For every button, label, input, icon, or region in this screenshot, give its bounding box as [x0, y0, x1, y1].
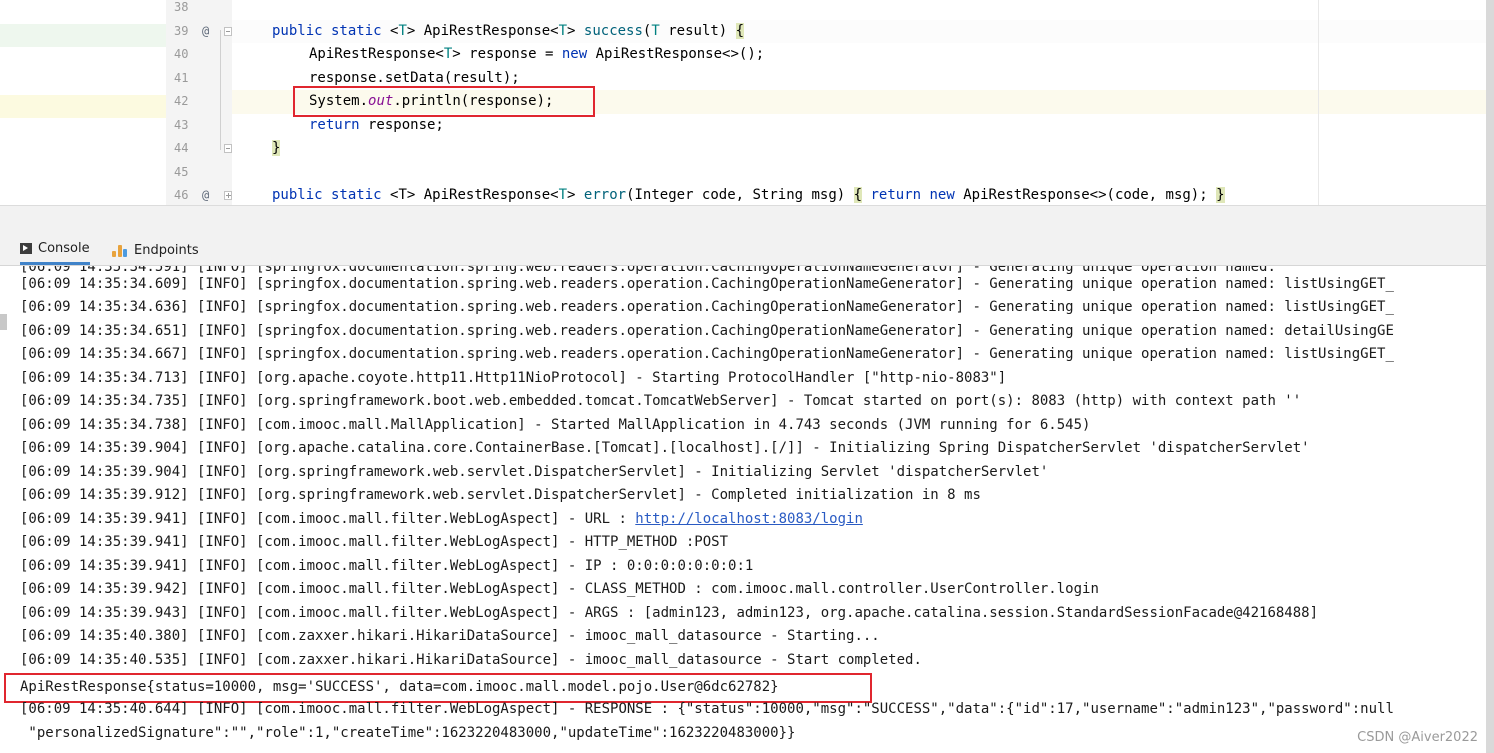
tab-endpoints-label: Endpoints	[134, 242, 199, 258]
line-number-gutter[interactable]: 38 39 @ 40 41 42 43 44 45 46 @	[166, 0, 232, 205]
code-line-39: public static <T> ApiRestResponse<T> suc…	[232, 19, 1494, 43]
override-annotation-icon[interactable]: @	[202, 20, 209, 44]
toolwindow-separator[interactable]	[0, 205, 1494, 236]
console-icon	[20, 243, 32, 254]
endpoints-icon	[112, 243, 128, 257]
code-text-area[interactable]: public static <T> ApiRestResponse<T> suc…	[220, 0, 1494, 205]
code-line-43: return response;	[309, 116, 444, 133]
console-line: [06:09 14:35:40.380] [INFO] [com.zaxxer.…	[20, 628, 880, 644]
watermark-text: CSDN @Aiver2022	[1357, 730, 1478, 745]
console-line: [06:09 14:35:34.636] [INFO] [springfox.d…	[20, 299, 1394, 315]
console-line: [06:09 14:35:39.904] [INFO] [org.springf…	[20, 463, 1049, 480]
console-line-url: [06:09 14:35:39.941] [INFO] [com.imooc.m…	[20, 510, 863, 527]
console-line: [06:09 14:35:39.941] [INFO] [com.imooc.m…	[20, 534, 729, 550]
line-number: 46	[174, 188, 189, 202]
tab-console-label: Console	[38, 241, 90, 256]
console-line: [06:09 14:35:39.941] [INFO] [com.imooc.m…	[20, 557, 754, 574]
console-gutter-marker	[0, 314, 7, 330]
console-line: [06:09 14:35:39.904] [INFO] [org.apache.…	[20, 440, 1310, 456]
line-number: 41	[174, 70, 189, 85]
console-line: [06:09 14:35:34.651] [INFO] [springfox.d…	[20, 322, 1394, 339]
console-line: [06:09 14:35:39.912] [INFO] [org.springf…	[20, 487, 981, 503]
editor-left-strip	[0, 0, 166, 205]
code-editor[interactable]: 38 39 @ 40 41 42 43 44 45 46 @ public stat…	[0, 0, 1494, 205]
window-right-edge	[1486, 0, 1494, 753]
line-number: 42	[174, 94, 189, 108]
indent-guide	[220, 30, 221, 150]
line-number: 39	[174, 23, 189, 38]
line-number: 38	[174, 0, 189, 14]
fold-collapse-icon[interactable]	[224, 26, 232, 36]
console-line: [06:09 14:35:34.609] [INFO] [springfox.d…	[20, 275, 1394, 292]
console-line: [06:09 14:35:40.644] [INFO] [com.imooc.m…	[20, 701, 1394, 717]
changed-lines-band	[0, 24, 166, 47]
highlight-box-println	[293, 86, 595, 117]
line-number: 45	[174, 164, 189, 179]
current-line-band	[0, 95, 166, 118]
console-line: [06:09 14:35:34.738] [INFO] [com.imooc.m…	[20, 416, 1091, 433]
line-number: 43	[174, 117, 189, 132]
override-annotation-icon[interactable]: @	[202, 184, 209, 205]
tab-endpoints[interactable]: Endpoints	[112, 235, 199, 265]
right-margin-guide	[1318, 0, 1319, 205]
line-number: 44	[174, 141, 189, 155]
code-line-46: public static <T> ApiRestResponse<T> err…	[272, 187, 1225, 203]
tab-console[interactable]: Console	[20, 235, 90, 265]
console-output[interactable]: [06:09 14:35:34.591] [INFO] [springfox.d…	[0, 266, 1494, 753]
toolwindow-tab-bar: Console Endpoints	[0, 235, 1494, 266]
console-line: [06:09 14:35:34.713] [INFO] [org.apache.…	[20, 369, 1007, 386]
fold-expand-icon[interactable]	[224, 191, 232, 200]
console-line: [06:09 14:35:39.942] [INFO] [com.imooc.m…	[20, 581, 1099, 597]
code-line-40: ApiRestResponse<T> response = new ApiRes…	[309, 46, 765, 62]
console-line: [06:09 14:35:40.535] [INFO] [com.zaxxer.…	[20, 651, 922, 668]
console-line: [06:09 14:35:34.735] [INFO] [org.springf…	[20, 393, 1302, 409]
line-number: 40	[174, 47, 189, 61]
console-line: "personalizedSignature":"","role":1,"cre…	[20, 724, 796, 741]
console-line: [06:09 14:35:39.943] [INFO] [com.imooc.m…	[20, 604, 1319, 621]
fold-end-icon[interactable]	[224, 144, 232, 153]
login-url-link[interactable]: http://localhost:8083/login	[635, 511, 863, 527]
code-line-44: }	[272, 140, 281, 156]
console-line: [06:09 14:35:34.667] [INFO] [springfox.d…	[20, 346, 1394, 362]
